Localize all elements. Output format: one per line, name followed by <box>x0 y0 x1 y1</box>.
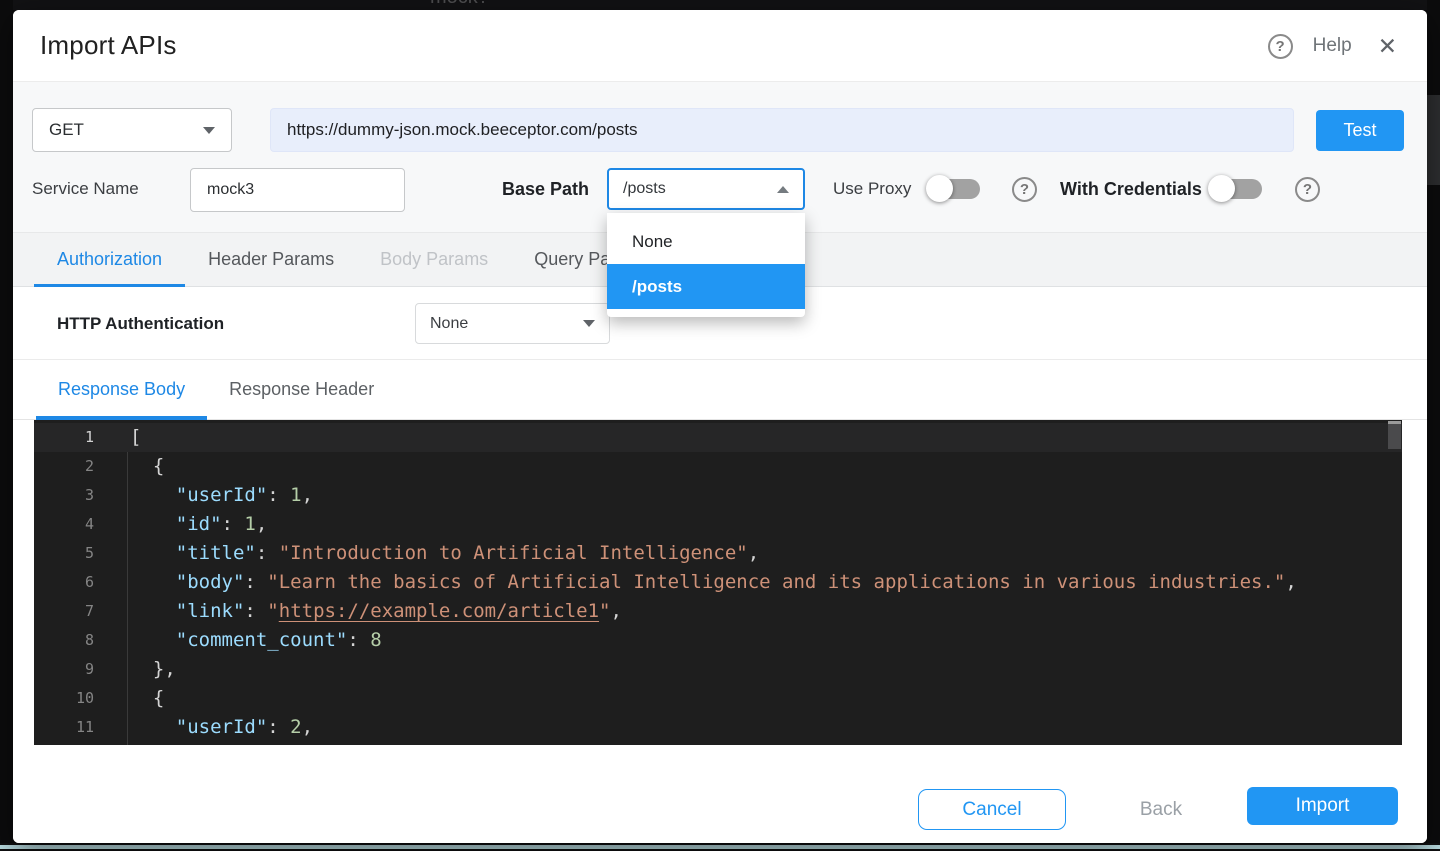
back-button[interactable]: Back <box>1103 789 1219 830</box>
line-number: 3 <box>34 481 94 510</box>
editor-line[interactable]: 4 "id": 1, <box>34 510 1402 539</box>
line-number: 6 <box>34 568 94 597</box>
import-apis-dialog: Import APIs ? Help ✕ GET https://dummy-j… <box>13 10 1427 843</box>
line-number: 7 <box>34 597 94 626</box>
line-code: "body": "Learn the basics of Artificial … <box>130 571 1297 593</box>
help-link[interactable]: Help <box>1313 35 1352 57</box>
editor-line[interactable]: 1[ <box>34 423 1402 452</box>
line-number: 2 <box>34 452 94 481</box>
line-number: 11 <box>34 713 94 742</box>
chevron-down-icon <box>203 127 215 134</box>
line-code: "id": 1, <box>130 513 267 535</box>
line-number: 9 <box>34 655 94 684</box>
use-proxy-toggle[interactable] <box>928 179 976 199</box>
method-select-value: GET <box>49 120 84 140</box>
background-panel-fragment <box>1427 95 1440 185</box>
line-code: "comment_count": 8 <box>130 629 382 651</box>
editor-line[interactable]: 11 "userId": 2, <box>34 713 1402 742</box>
editor-line[interactable]: 7 "link": "https://example.com/article1"… <box>34 597 1402 626</box>
line-number: 5 <box>34 539 94 568</box>
toggle-knob <box>926 175 953 202</box>
toggle-knob <box>1208 175 1235 202</box>
dialog-header: Import APIs ? Help ✕ <box>13 10 1427 82</box>
url-input[interactable]: https://dummy-json.mock.beeceptor.com/po… <box>270 108 1294 152</box>
line-code: "title": "Introduction to Artificial Int… <box>130 542 759 564</box>
with-credentials-toggle[interactable] <box>1210 179 1258 199</box>
base-path-value: /posts <box>623 180 666 198</box>
bottom-scroll-strip <box>0 845 1440 849</box>
page-title: Import APIs <box>40 30 177 61</box>
line-code: [ <box>130 426 141 448</box>
editor-line[interactable]: 6 "body": "Learn the basics of Artificia… <box>34 568 1402 597</box>
http-auth-label: HTTP Authentication <box>57 287 224 360</box>
menu-option-none[interactable]: None <box>607 219 805 264</box>
help-icon[interactable]: ? <box>1268 34 1293 59</box>
editor-line[interactable]: 2 { <box>34 452 1402 481</box>
editor-line[interactable]: 10 { <box>34 684 1402 713</box>
code-editor[interactable]: 1[2 {3 "userId": 1,4 "id": 1,5 "title": … <box>34 420 1402 745</box>
page-background-right <box>1427 0 1440 851</box>
close-icon[interactable]: ✕ <box>1378 33 1397 60</box>
editor-line[interactable]: 8 "comment_count": 8 <box>34 626 1402 655</box>
method-select[interactable]: GET <box>32 108 232 152</box>
base-path-select[interactable]: /posts <box>607 168 805 210</box>
editor-lines: 1[2 {3 "userId": 1,4 "id": 1,5 "title": … <box>34 423 1402 745</box>
test-button[interactable]: Test <box>1316 110 1404 151</box>
line-number: 10 <box>34 684 94 713</box>
service-name-label: Service Name <box>32 168 139 210</box>
line-code: "userId": 1, <box>130 484 313 506</box>
http-auth-select[interactable]: None <box>415 303 610 344</box>
background-text-fragment: mock? <box>430 0 489 9</box>
import-button[interactable]: Import <box>1247 787 1398 825</box>
page-background-top: mock? <box>0 0 1440 10</box>
line-code: "link": "https://example.com/article1", <box>130 600 622 622</box>
tab-body-params: Body Params <box>357 233 511 286</box>
request-form-section: GET https://dummy-json.mock.beeceptor.co… <box>13 82 1427 232</box>
editor-line[interactable]: 3 "userId": 1, <box>34 481 1402 510</box>
editor-scrollbar[interactable] <box>1388 420 1401 745</box>
dialog-footer: Cancel Back Import <box>13 745 1427 843</box>
response-tabs: Response BodyResponse Header <box>13 360 1427 420</box>
dialog-header-actions: ? Help ✕ <box>1268 10 1397 82</box>
tab-authorization[interactable]: Authorization <box>34 233 185 286</box>
use-proxy-label: Use Proxy <box>833 168 911 210</box>
url-input-value: https://dummy-json.mock.beeceptor.com/po… <box>287 120 638 140</box>
base-path-label: Base Path <box>502 168 589 210</box>
tab-response-header[interactable]: Response Header <box>207 360 396 419</box>
line-number: 4 <box>34 510 94 539</box>
page-background-left <box>0 0 13 851</box>
editor-line[interactable]: 9 }, <box>34 655 1402 684</box>
indent-guide <box>127 452 128 745</box>
tab-header-params[interactable]: Header Params <box>185 233 357 286</box>
with-credentials-label: With Credentials <box>1060 168 1202 210</box>
use-proxy-help-icon[interactable]: ? <box>1012 177 1037 202</box>
service-name-value: mock3 <box>207 181 254 199</box>
line-code: }, <box>130 658 176 680</box>
base-path-menu: None/posts <box>607 213 805 317</box>
editor-line[interactable]: 5 "title": "Introduction to Artificial I… <box>34 539 1402 568</box>
line-code: { <box>130 455 164 477</box>
chevron-up-icon <box>777 186 789 193</box>
line-code: { <box>130 687 164 709</box>
cancel-button[interactable]: Cancel <box>918 789 1066 830</box>
menu-option--posts[interactable]: /posts <box>607 264 805 309</box>
chevron-down-icon <box>583 320 595 327</box>
line-code: "userId": 2, <box>130 716 313 738</box>
page-background-bottom <box>0 843 1440 851</box>
service-name-input[interactable]: mock3 <box>190 168 405 212</box>
line-number: 1 <box>34 423 94 452</box>
line-number: 8 <box>34 626 94 655</box>
tab-response-body[interactable]: Response Body <box>36 360 207 419</box>
scrollbar-thumb[interactable] <box>1388 421 1401 449</box>
with-credentials-help-icon[interactable]: ? <box>1295 177 1320 202</box>
http-auth-value: None <box>430 315 468 333</box>
